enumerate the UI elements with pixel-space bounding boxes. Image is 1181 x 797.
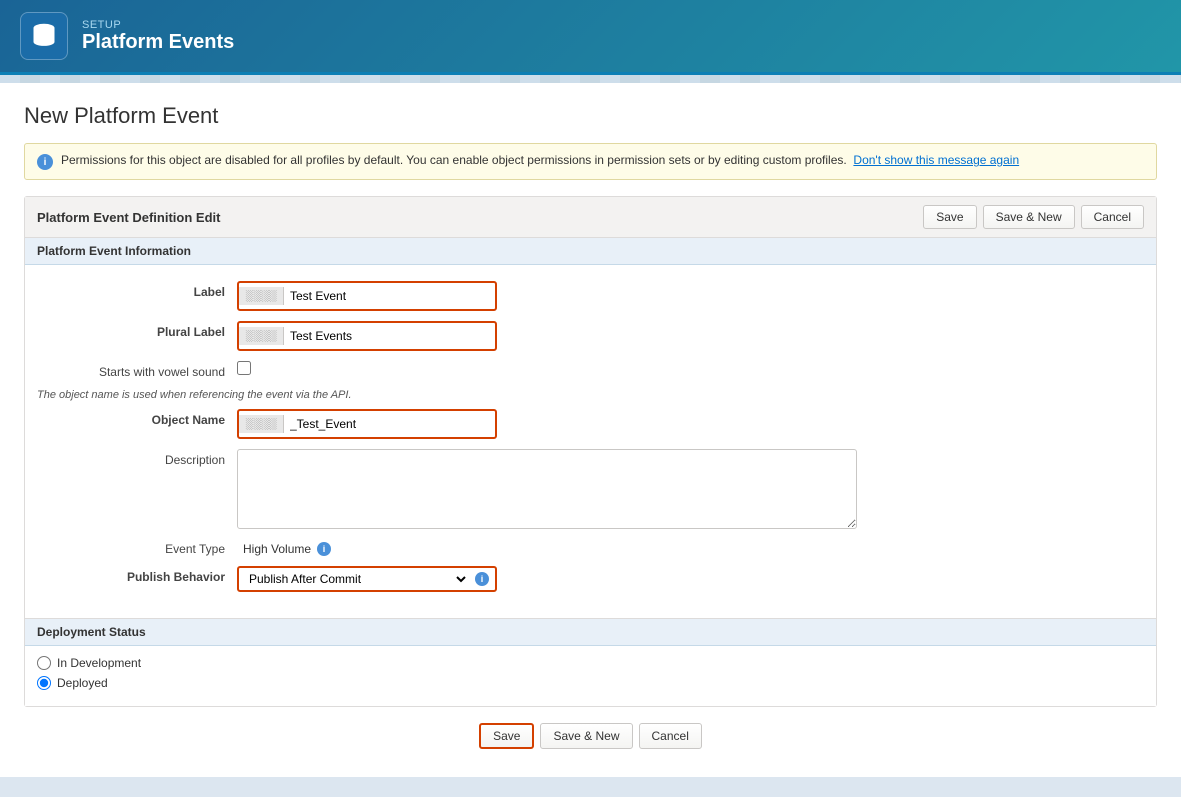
- publish-behavior-info-icon[interactable]: i: [475, 572, 489, 586]
- save-button-top[interactable]: Save: [923, 205, 976, 229]
- app-icon: [20, 12, 68, 60]
- object-name-row: Object Name ░░░░: [37, 409, 1144, 439]
- header-page-title: Platform Events: [82, 31, 234, 54]
- event-type-row: Event Type High Volume i: [37, 542, 1144, 556]
- object-name-prefix: ░░░░: [239, 415, 284, 433]
- decorative-bar: [0, 75, 1181, 83]
- vowel-sound-row: Starts with vowel sound: [37, 361, 1144, 379]
- platform-event-info-body: Label ░░░░ Plural Label: [25, 265, 1156, 618]
- plural-label-prefix: ░░░░: [239, 327, 284, 345]
- vowel-sound-label: Starts with vowel sound: [37, 361, 237, 379]
- app-header-text: SETUP Platform Events: [82, 19, 234, 54]
- save-new-button-top[interactable]: Save & New: [983, 205, 1075, 229]
- label-row: Label ░░░░: [37, 281, 1144, 311]
- platform-event-info-header: Platform Event Information: [25, 238, 1156, 265]
- info-banner-text: Permissions for this object are disabled…: [61, 153, 1019, 167]
- description-label: Description: [37, 449, 237, 467]
- app-header: SETUP Platform Events: [0, 0, 1181, 75]
- plural-label-field-wrapper: ░░░░: [237, 321, 497, 351]
- plural-label-input[interactable]: [284, 323, 495, 349]
- page-title: New Platform Event: [24, 103, 1157, 129]
- definition-edit-title: Platform Event Definition Edit: [37, 210, 220, 225]
- info-banner: i Permissions for this object are disabl…: [24, 143, 1157, 180]
- save-new-button-bottom[interactable]: Save & New: [540, 723, 632, 749]
- deployed-label: Deployed: [57, 676, 108, 690]
- cancel-button-bottom[interactable]: Cancel: [639, 723, 702, 749]
- deployed-row: Deployed: [37, 676, 1144, 690]
- label-field-wrapper: ░░░░: [237, 281, 497, 311]
- bottom-buttons: Save Save & New Cancel: [24, 707, 1157, 757]
- in-development-radio[interactable]: [37, 656, 51, 670]
- description-input[interactable]: [237, 449, 857, 529]
- publish-behavior-row: Publish Behavior Publish After Commit Pu…: [37, 566, 1144, 592]
- object-name-input[interactable]: [284, 411, 495, 437]
- database-icon: [30, 22, 58, 50]
- save-button-bottom[interactable]: Save: [479, 723, 534, 749]
- definition-edit-header: Platform Event Definition Edit Save Save…: [25, 197, 1156, 238]
- definition-edit-section: Platform Event Definition Edit Save Save…: [24, 196, 1157, 707]
- event-type-info-icon[interactable]: i: [317, 542, 331, 556]
- publish-behavior-label: Publish Behavior: [37, 566, 237, 584]
- label-input[interactable]: [284, 283, 495, 309]
- in-development-row: In Development: [37, 656, 1144, 670]
- vowel-sound-checkbox[interactable]: [237, 361, 251, 375]
- label-field-label: Label: [37, 281, 237, 299]
- label-prefix: ░░░░: [239, 287, 284, 305]
- deployment-status-sub: Deployment Status In Development Deploye…: [25, 619, 1156, 706]
- dont-show-link[interactable]: Don't show this message again: [853, 153, 1019, 167]
- main-content: New Platform Event i Permissions for thi…: [0, 83, 1181, 777]
- in-development-label: In Development: [57, 656, 141, 670]
- setup-label: SETUP: [82, 19, 234, 31]
- deployed-radio[interactable]: [37, 676, 51, 690]
- platform-event-info-sub: Platform Event Information Label ░░░░: [25, 238, 1156, 619]
- definition-edit-buttons: Save Save & New Cancel: [923, 205, 1144, 229]
- object-name-label: Object Name: [37, 409, 237, 427]
- deployment-status-body: In Development Deployed: [25, 646, 1156, 706]
- info-icon: i: [37, 154, 53, 170]
- object-name-field-wrapper: ░░░░: [237, 409, 497, 439]
- plural-label-field-label: Plural Label: [37, 321, 237, 339]
- publish-behavior-select[interactable]: Publish After Commit Publish Immediately: [245, 571, 469, 587]
- plural-label-row: Plural Label ░░░░: [37, 321, 1144, 351]
- deployment-status-header: Deployment Status: [25, 619, 1156, 646]
- object-name-hint: The object name is used when referencing…: [37, 389, 1144, 401]
- cancel-button-top[interactable]: Cancel: [1081, 205, 1144, 229]
- description-row: Description: [37, 449, 1144, 532]
- event-type-value: High Volume: [243, 542, 311, 556]
- event-type-label: Event Type: [37, 542, 237, 556]
- publish-behavior-wrapper: Publish After Commit Publish Immediately…: [237, 566, 497, 592]
